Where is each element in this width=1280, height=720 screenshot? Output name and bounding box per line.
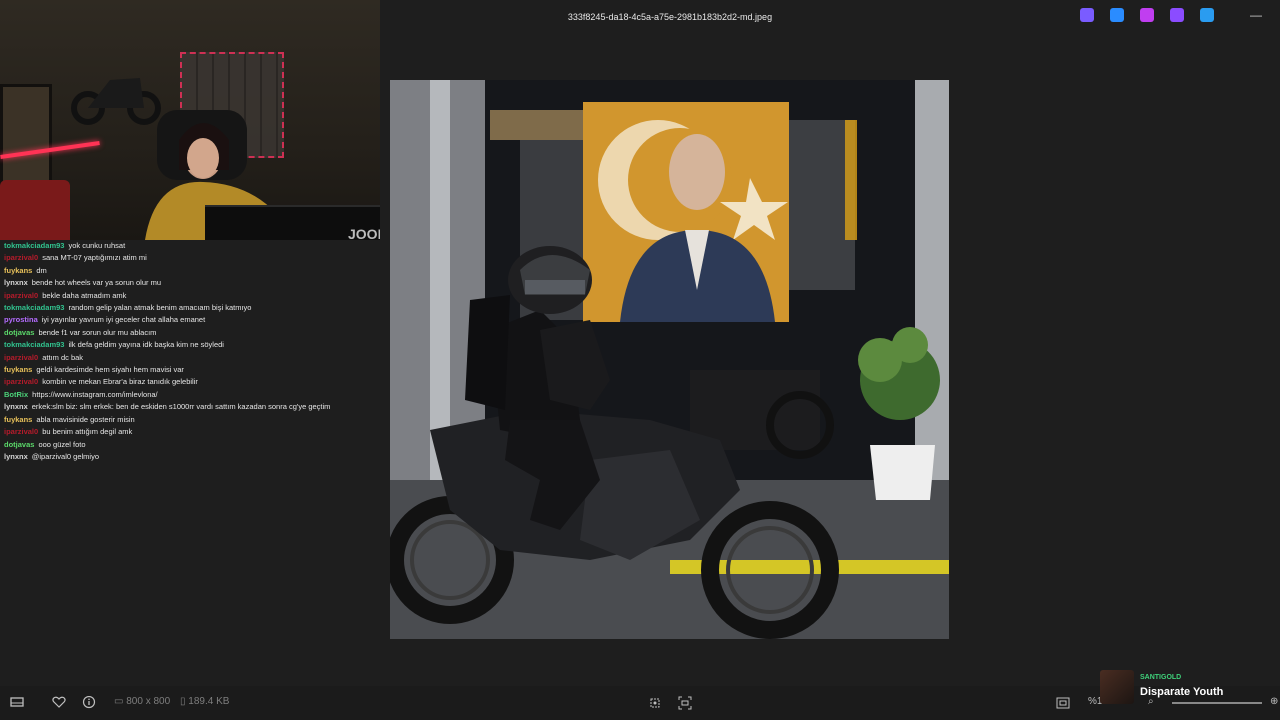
image-filename: 333f8245-da18-4c5a-a75e-2981b183b2d2-md.… [567,12,773,22]
chat-username[interactable]: pyrostina [4,315,38,324]
chat-username[interactable]: lynxnx [4,452,28,461]
chat-text: geldi kardesimde hem siyahı hem mavisi v… [36,365,184,375]
chat-text: iyi yayınlar yavrum iyi geceler chat all… [41,315,206,325]
filmstrip-icon [10,697,24,707]
wall-frame [0,84,52,190]
chat-text: https://www.instagram.com/imlevlona/ [32,389,158,399]
toolbar-icons [1080,8,1214,22]
chat-text: dm [36,265,47,275]
dimensions-value: 800 x 800 [126,696,171,707]
edit-icon[interactable] [1110,8,1124,22]
crop-button[interactable] [648,696,662,713]
chat-message: iparzival0 sana MT-07 yaptığımızı atim mi [0,252,380,264]
chat-username[interactable]: lynxnx [4,402,28,411]
chat-text: @iparzival0 gelmiyo [31,451,99,461]
chat-text: attım dc bak [42,352,84,362]
scan-icon [678,696,692,710]
filesize-value: 189.4 KB [188,696,230,707]
chat-text: random gelip yalan atmak benim amacıam b… [68,303,252,313]
chat-text: erkek:slm biz: slm erkek: ben de eskiden… [31,402,331,412]
fit-window-icon [1056,697,1070,709]
now-playing-title: Disparate Youth [1140,686,1224,698]
chat-username[interactable]: dotjavas [4,440,34,449]
fit-to-window-button[interactable] [1056,696,1070,713]
chat-text: sana MT-07 yaptığımızı atim mi [42,253,147,263]
chat-username[interactable]: fuykans [4,415,32,424]
chat-username[interactable]: iparzival0 [4,353,38,362]
now-playing-artist: SANTIGOLD [1140,674,1182,681]
file-icon: ▯ [180,696,186,707]
chat-message: tokmakciadam93 ilk defa geldim yayına idk… [0,339,380,351]
chat-message: fuykans dm [0,265,380,277]
chat-text: abla mavisinide gosterir misin [36,414,135,424]
chat-message: dotjavas ooo güzel foto [0,439,380,451]
chat-username[interactable]: dotjavas [4,328,34,337]
zoom-in-icon: ⊕ [1270,696,1279,707]
chat-text: ilk defa geldim yayına idk başka kim ne … [68,340,224,350]
zoom-in-button[interactable]: ⊕ [1270,696,1278,707]
filmstrip-toggle[interactable] [10,696,24,711]
webcam-overlay: JOOI [0,0,380,240]
image-viewer-statusbar: ▭ 800 x 800 ▯ 189.4 KB %100 ⌕ ⊕ [0,686,1280,720]
dimensions-icon: ▭ [114,696,124,707]
album-art [1100,670,1134,704]
heart-icon [52,696,66,708]
minimize-button[interactable]: — [1250,8,1262,22]
chat-username[interactable]: iparzival0 [4,253,38,262]
chat-text: bende f1 var sorun olur mu ablacım [38,327,157,337]
favorite-button[interactable] [52,696,66,711]
chat-message: iparzival0 kombin ve mekan Ebrar'a biraz … [0,376,380,388]
gaming-chair [0,180,70,240]
chat-username[interactable]: BotRix [4,390,28,399]
image-dimensions: ▭ 800 x 800 [114,696,170,707]
chat-message: iparzival0 attım dc bak [0,352,380,364]
chat-message: fuykans geldi kardesimde hem siyahı hem m… [0,364,380,376]
chat-username[interactable]: iparzival0 [4,377,38,386]
chat-message: lynxnx @iparzival0 gelmiyo [0,451,380,463]
chat-message: iparzival0 bu benim attığım degil amk [0,426,380,438]
chat-text: ooo güzel foto [38,439,86,449]
chat-message: tokmakciadam93 random gelip yalan atmak b… [0,302,380,314]
chat-username[interactable]: tokmakciadam93 [4,241,64,250]
chat-message: dotjavas bende f1 var sorun olur mu ablac… [0,327,380,339]
chat-username[interactable]: tokmakciadam93 [4,340,64,349]
chat-message: pyrostina iyi yayınlar yavrum iyi geceler… [0,314,380,326]
chat-username[interactable]: iparzival0 [4,291,38,300]
chat-username[interactable]: iparzival0 [4,427,38,436]
chat-username[interactable]: tokmakciadam93 [4,303,64,312]
visual-search-button[interactable] [678,696,692,713]
chat-username[interactable]: fuykans [4,365,32,374]
chat-text: bende hot wheels var ya sorun olur mu [31,278,162,288]
info-button[interactable] [82,695,96,713]
onedrive-icon[interactable] [1200,8,1214,22]
chat-message: fuykans abla mavisinide gosterir misin [0,414,380,426]
chat-message: BotRix https://www.instagram.com/imlevlon… [0,389,380,401]
image-viewer-photo [390,80,949,639]
chat-text: bekle daha atmadım amk [42,290,127,300]
now-playing-widget: SANTIGOLD Disparate Youth [1100,668,1260,708]
copilot-icon[interactable] [1080,8,1094,22]
clipchamp-icon[interactable] [1170,8,1184,22]
designer-icon[interactable] [1140,8,1154,22]
chat-text: yok cunku ruhsat [68,241,126,250]
chat-message: iparzival0 bekle daha atmadım amk [0,290,380,302]
image-filesize: ▯ 189.4 KB [180,696,229,707]
crop-icon [650,698,660,708]
chat-message: lynxnx erkek:slm biz: slm erkek: ben de e… [0,401,380,413]
chat-message: lynxnx bende hot wheels var ya sorun olur… [0,277,380,289]
chat-panel: tokmakciadam93 yok cunku ruhsat iparzival0… [0,240,380,680]
webcam-logo: JOOI [348,226,380,240]
chat-text: bu benim attığım degil amk [42,427,133,437]
chat-message: tokmakciadam93 yok cunku ruhsat [0,240,380,252]
chat-text: kombin ve mekan Ebrar'a biraz tanıdık ge… [42,377,198,387]
chat-username[interactable]: fuykans [4,266,32,275]
chat-username[interactable]: lynxnx [4,278,28,287]
info-icon [82,695,96,709]
motorcycle-photo [390,80,949,639]
